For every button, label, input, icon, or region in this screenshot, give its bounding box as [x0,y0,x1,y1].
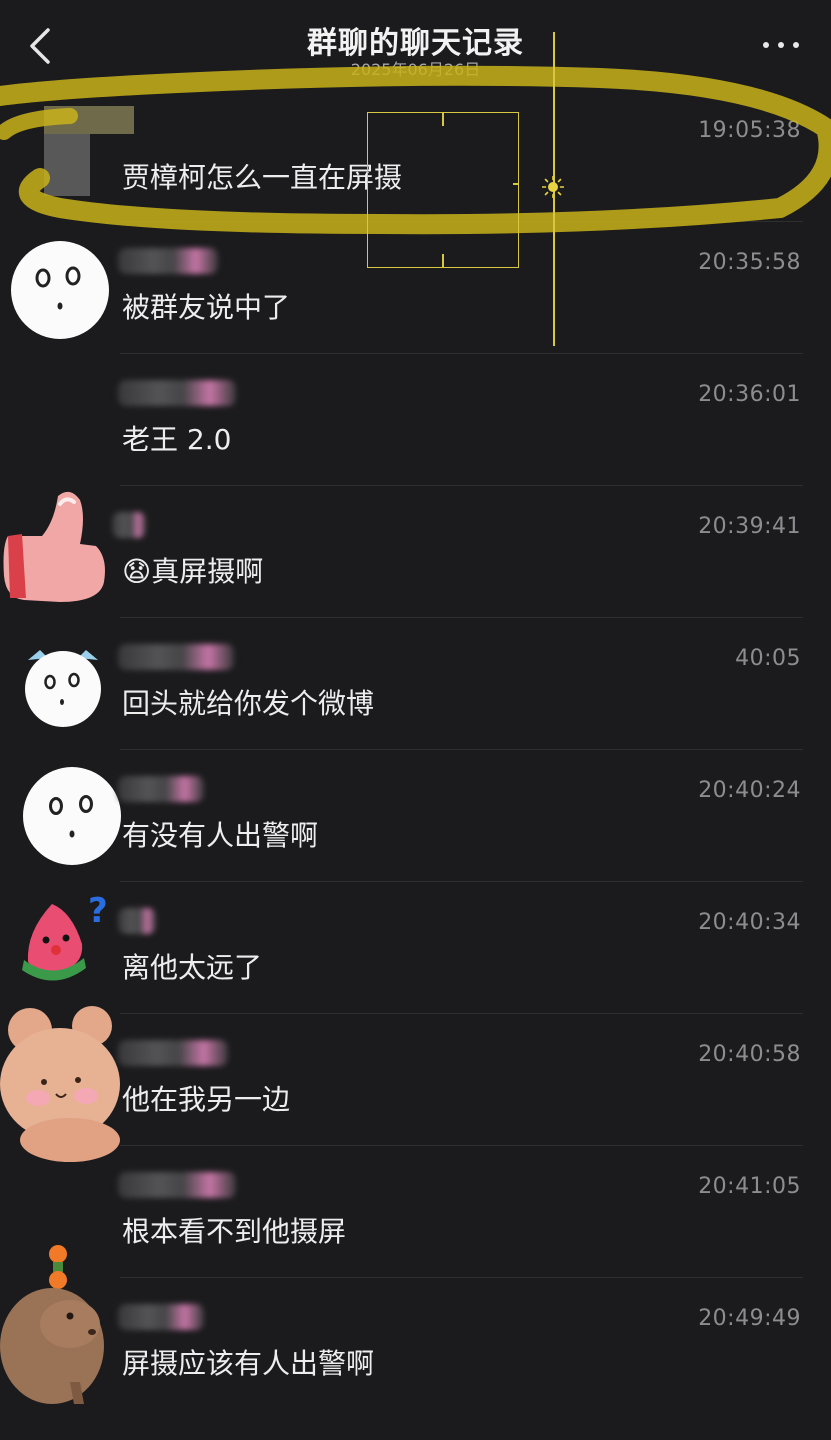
top-bar: 群聊的聊天记录 2025年06月26日 [0,0,831,90]
blurred-username [112,512,146,538]
chat-date: 2025年06月26日 [350,60,481,79]
message-text: 老王 2.0 [122,423,232,456]
message-time: 20:41:05 [698,1174,801,1199]
message-time: 40:05 [735,646,801,671]
message-time: 20:36:01 [698,382,801,407]
message-text: 有没有人出警啊 [122,819,319,852]
message-text: 屏摄应该有人出警啊 [122,1347,375,1380]
message-text: 😧真屏摄啊 [122,555,264,588]
more-options-icon[interactable] [761,30,801,60]
watermelon-avatar: ? [22,892,108,981]
surprised-face-avatar [23,767,121,865]
list-item[interactable]: ? 20:40:34 离他太远了 [0,882,831,1014]
surprised-face-avatar [11,241,109,339]
cat-face-avatar [25,650,101,727]
message-time: 20:40:58 [698,1042,801,1067]
message-time: 19:05:38 [698,118,801,143]
camera-focus-box [367,112,519,268]
message-time: 20:40:24 [698,778,801,803]
list-item[interactable]: 40:05 回头就给你发个微博 [0,618,831,750]
message-text: 贾樟柯怎么一直在屏摄 [122,161,403,194]
thumbs-up-avatar [3,491,105,602]
message-text: 离他太远了 [122,951,263,984]
message-time: 20:40:34 [698,910,801,935]
blurred-username [118,380,236,406]
list-item[interactable]: 20:49:49 屏摄应该有人出警啊 [0,1245,831,1410]
blurred-username [118,908,156,934]
list-item[interactable]: 20:36:01 老王 2.0 [0,354,831,486]
worried-face-emoji: 😧 [122,555,152,588]
message-time: 20:35:58 [698,250,801,275]
blurred-username [118,248,218,274]
message-text: 根本看不到他摄屏 [122,1215,347,1248]
blurred-username [118,1040,228,1066]
message-text: 被群友说中了 [122,291,291,324]
message-text: 他在我另一边 [122,1083,291,1116]
list-item[interactable]: 20:40:58 他在我另一边 [0,1006,831,1162]
list-item[interactable]: 20:40:24 有没有人出警啊 [0,750,831,882]
blurred-username [118,776,204,802]
sun-icon [542,176,564,198]
message-time: 20:39:41 [698,514,801,539]
svg-text:?: ? [88,892,108,931]
blurred-username [118,1304,204,1330]
message-text: 回头就给你发个微博 [122,687,375,720]
pixelated-avatar [44,106,134,196]
list-item[interactable]: 20:39:41 😧真屏摄啊 [0,486,831,618]
teddy-bear-avatar [0,1006,120,1162]
blurred-username [118,644,234,670]
message-time: 20:49:49 [698,1306,801,1331]
list-item[interactable]: 20:41:05 根本看不到他摄屏 [0,1146,831,1278]
blurred-username [118,1172,236,1198]
capybara-avatar [0,1245,104,1404]
